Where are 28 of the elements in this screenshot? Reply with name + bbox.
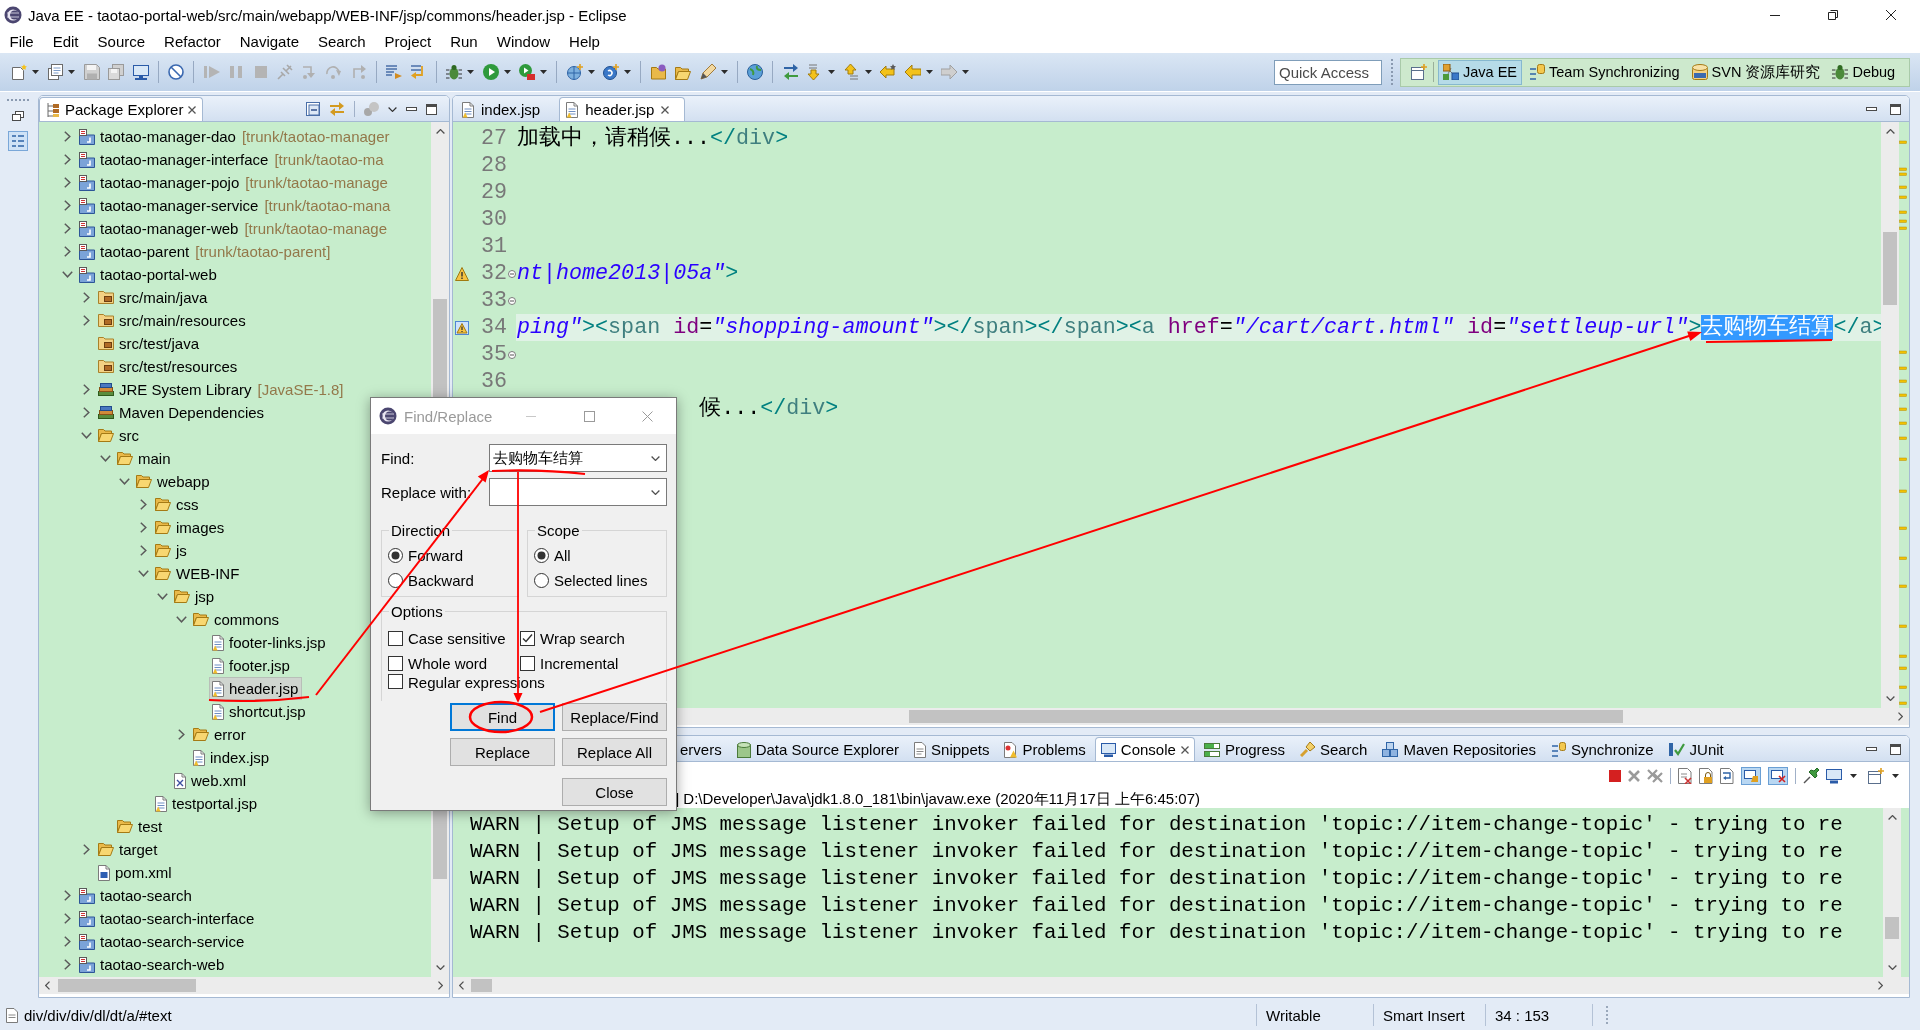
window-title: Java EE - taotao-portal-web/src/main/webapp/WEB-INF/jsp/commons/header.jsp - Eclipse (28, 6, 628, 24)
console-line: WARN | Setup of JMS message listener invoker failed for destination 'topic://item-change-topic' - trying to re (470, 866, 1844, 892)
line-number: 31 (479, 234, 507, 259)
line-number: 33 (479, 288, 507, 313)
group-title: Options (390, 603, 444, 620)
line-number: 34 (479, 315, 507, 340)
line-number: 27 (479, 126, 507, 151)
status-text: 34 : 153 (1495, 1006, 1550, 1024)
dialog-title: Find/Replace (404, 407, 494, 425)
line-number: 32 (479, 261, 507, 286)
field-label: Replace with: (381, 483, 473, 501)
console-line: WARN | Setup of JMS message listener invoker failed for destination 'topic://item-change-topic' - trying to re (470, 812, 1844, 838)
field-label: Find: (381, 449, 416, 467)
line-number: 35 (479, 342, 507, 367)
line-number: 29 (479, 180, 507, 205)
line-number: 30 (479, 207, 507, 232)
code-line: 候...</div> (699, 395, 839, 422)
line-number: 36 (479, 369, 507, 394)
group-title: Scope (536, 522, 581, 539)
console-line: WARN | Setup of JMS message listener invoker failed for destination 'topic://item-change-topic' - trying to re (470, 893, 1844, 919)
status-text: Smart Insert (1383, 1006, 1465, 1024)
status-text: Writable (1266, 1006, 1321, 1024)
code-line: nt|home2013|05a"> (517, 260, 739, 287)
line-number: 28 (479, 153, 507, 178)
code-line: 加载中，请稍候...</div> (517, 125, 789, 152)
console-line: WARN | Setup of JMS message listener invoker failed for destination 'topic://item-change-topic' - trying to re (470, 920, 1844, 946)
console-line: WARN | Setup of JMS message listener invoker failed for destination 'topic://item-change-topic' - trying to re (470, 839, 1844, 865)
status-text: div/div/div/dl/dt/a/#text (24, 1006, 172, 1024)
